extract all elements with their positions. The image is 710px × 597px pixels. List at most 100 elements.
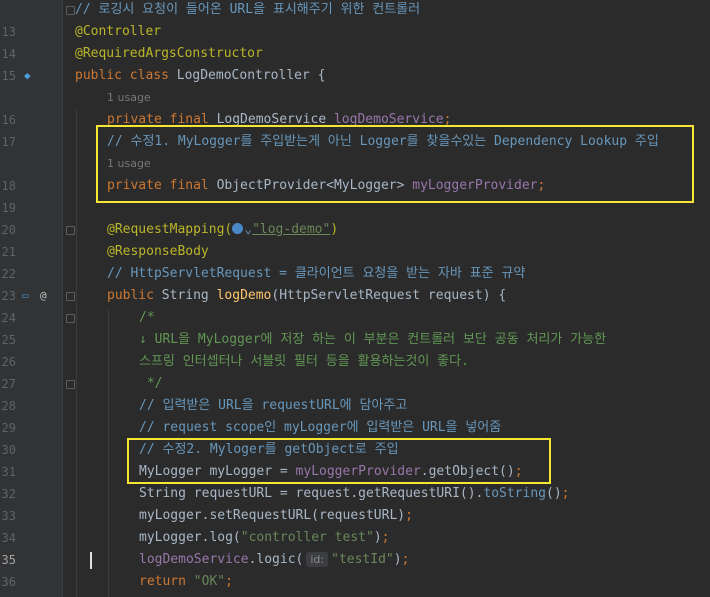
code-line[interactable]: @Controller [75, 21, 161, 43]
highlight-box [127, 438, 551, 484]
globe-icon[interactable] [232, 223, 244, 234]
fold-marker-icon[interactable] [66, 226, 75, 235]
annotation-gutter-icon[interactable]: @ [40, 285, 47, 307]
indent-guide [108, 308, 109, 597]
code-line[interactable]: myLogger.log("controller test"); [139, 527, 389, 549]
code-token: public class [75, 68, 177, 83]
code-token: toString [483, 486, 546, 501]
code-token: ) [373, 530, 382, 545]
code-line[interactable]: ↓ URL을 MyLogger에 저장 하는 이 부분은 컨트롤러 보단 공동 … [139, 329, 606, 351]
code-token: // 입력받은 URL을 requestURL에 담아주고 [139, 398, 408, 413]
indent-guide [76, 110, 77, 597]
code-token: @RequiredArgsConstructor [75, 46, 263, 61]
code-editor[interactable]: 13 14 15 ◆ 16 17 18 19 20 21 22 23 ▭ @24 25 26 27 28 29 30 3… [0, 0, 710, 597]
line-number: 14 [1, 47, 16, 61]
line-number: 20 [1, 223, 16, 237]
code-token: myLogger.setRequestURL(requestURL) [139, 508, 406, 523]
code-token: ; [405, 508, 413, 523]
code-area[interactable]: // 로깅시 요청이 들어온 URL을 표시해주기 위한 컨트롤러 @Contro… [63, 0, 710, 597]
line-number: 18 [1, 179, 16, 193]
line-number: 16 [1, 113, 16, 127]
line-number: 28 [1, 399, 16, 413]
line-number: 15 [1, 69, 16, 83]
code-token: () [546, 486, 562, 501]
code-token: "testId" [331, 552, 394, 567]
line-number: 13 [1, 25, 16, 39]
code-token: ; [561, 486, 570, 501]
endpoint-gutter-icon[interactable]: ▭ [22, 285, 29, 307]
code-token: ; [401, 552, 410, 567]
line-number: 23 [1, 289, 16, 303]
fold-marker-icon[interactable] [66, 292, 75, 301]
code-line[interactable]: // 로깅시 요청이 들어온 URL을 표시해주기 위한 컨트롤러 [75, 0, 420, 21]
code-token: logDemoService [139, 552, 249, 567]
fold-marker-icon[interactable] [66, 380, 75, 389]
code-token: logDemo [216, 288, 272, 303]
code-line[interactable]: // 입력받은 URL을 requestURL에 담아주고 [139, 395, 407, 417]
line-number: 21 [1, 245, 16, 259]
code-token: ↓ URL을 MyLogger에 저장 하는 이 부분은 컨트롤러 보단 공동 … [139, 332, 607, 347]
code-token: "controller test" [240, 530, 374, 545]
line-number: 25 [1, 333, 16, 347]
code-token: // HttpServletRequest = 클라이언트 요청을 받는 자바 … [107, 266, 526, 281]
line-number: 29 [1, 421, 16, 435]
line-number: 22 [1, 267, 16, 281]
line-number: 33 [1, 509, 16, 523]
line-number: 32 [1, 487, 16, 501]
code-token: @ResponseBody [107, 244, 209, 259]
line-number: 30 [1, 443, 16, 457]
code-line[interactable]: // HttpServletRequest = 클라이언트 요청을 받는 자바 … [107, 263, 525, 285]
code-line[interactable]: @RequiredArgsConstructor [75, 43, 263, 65]
code-token: ) [330, 222, 339, 237]
line-number: 17 [1, 135, 16, 149]
code-line[interactable]: /* [139, 307, 155, 329]
code-line[interactable]: @ResponseBody [107, 241, 209, 263]
line-number-gutter: 13 14 15 ◆ 16 17 18 19 20 21 22 23 ▭ @24 25 26 27 28 29 30 3… [0, 0, 62, 597]
line-number: 35 [1, 553, 16, 567]
code-line[interactable]: return "OK"; [139, 571, 233, 593]
code-token: @Controller [75, 24, 162, 39]
code-token: return [139, 574, 194, 589]
code-token: LogDemoController [176, 68, 318, 83]
code-token: "log-demo" [252, 222, 331, 237]
line-number: 36 [1, 575, 16, 589]
parameter-hint: id: [306, 552, 329, 567]
code-line[interactable]: String requestURL = request.getRequestUR… [139, 483, 569, 505]
line-number: 26 [1, 355, 16, 369]
code-token: String [161, 288, 217, 303]
code-token: myLogger.log( [139, 530, 241, 545]
line-number: 19 [1, 201, 16, 215]
code-line[interactable]: public String logDemo(HttpServletRequest… [107, 285, 506, 307]
line-number: 24 [1, 311, 16, 325]
code-token: ) [393, 552, 402, 567]
code-token: /* [139, 310, 155, 325]
code-token: ; [381, 530, 390, 545]
code-line[interactable]: // request scope인 myLogger에 입력받은 URL을 넣어… [139, 417, 501, 439]
code-token: @RequestMapping( [107, 222, 233, 237]
code-token: (HttpServletRequest request) { [271, 288, 507, 303]
line-number: 34 [1, 531, 16, 545]
code-line[interactable]: myLogger.setRequestURL(requestURL); [139, 505, 413, 527]
line-number: 27 [1, 377, 16, 391]
highlight-box [96, 125, 694, 203]
code-line[interactable]: */ [139, 373, 163, 395]
line-number [0, 153, 16, 175]
line-number [0, 0, 16, 21]
fold-marker-icon[interactable] [66, 6, 75, 15]
code-line[interactable]: 스프링 인터셉터나 서블릿 필터 등을 활용하는것이 좋다. [139, 351, 469, 373]
code-token: */ [139, 376, 163, 391]
code-token: // request scope인 myLogger에 입력받은 URL을 넣어… [139, 420, 502, 435]
code-line[interactable]: public class LogDemoController { [75, 65, 325, 87]
line-number: 31 [1, 465, 16, 479]
code-token: { [317, 68, 326, 83]
code-line[interactable]: @RequestMapping( ⌄"log-demo") [107, 219, 338, 241]
usage-hint[interactable]: 1 usage [107, 87, 151, 109]
code-token: String requestURL = request.getRequestUR… [139, 486, 484, 501]
code-line[interactable]: logDemoService.logic(id: "testId"); [139, 549, 409, 571]
line-number [0, 87, 16, 109]
chevron-down-icon[interactable]: ⌄ [244, 222, 252, 237]
code-token: public [107, 288, 162, 303]
code-token: 스프링 인터셉터나 서블릿 필터 등을 활용하는것이 좋다. [139, 354, 469, 369]
fold-marker-icon[interactable] [66, 314, 75, 323]
class-gutter-icon[interactable]: ◆ [24, 65, 31, 87]
